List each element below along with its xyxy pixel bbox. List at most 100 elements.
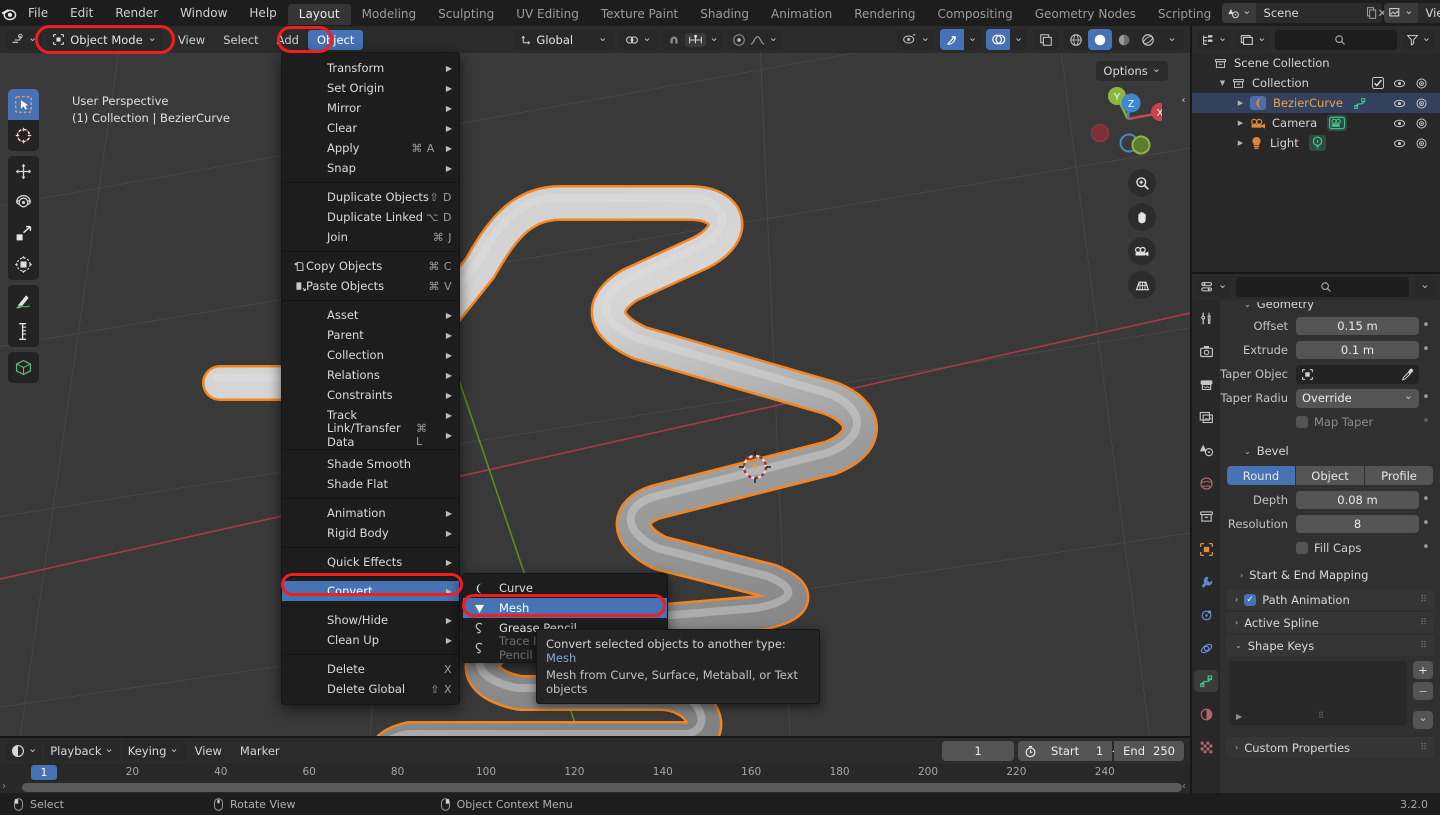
bevel-mode-profile[interactable]: Profile [1365, 466, 1433, 485]
depth-animate-dot[interactable]: • [1419, 493, 1433, 506]
falloff-curve-icon[interactable] [750, 34, 765, 46]
menu-help[interactable]: Help [238, 0, 287, 26]
shape-keys-list[interactable]: ▶ ⠿ [1229, 661, 1407, 725]
tool-annotate[interactable] [8, 285, 39, 316]
taper-object-field[interactable] [1296, 364, 1419, 384]
light-data-icon[interactable] [1308, 135, 1326, 151]
start-end-mapping-disclosure-icon[interactable]: › [1240, 571, 1243, 580]
shape-keys-disclosure-icon[interactable]: ⌄ [1235, 641, 1242, 650]
tab-modifier-icon[interactable] [1194, 571, 1218, 593]
shape-keys-buttons[interactable]: + − [1413, 661, 1433, 729]
viewport-menu-add[interactable]: Add [268, 30, 308, 50]
bevel-resolution-row[interactable]: Resolution 8 • [1220, 513, 1440, 535]
timeline-scrollbar[interactable] [22, 783, 1182, 792]
current-frame-field[interactable]: 1 [942, 741, 1015, 761]
start-frame-field[interactable]: Start 1 [1042, 741, 1113, 761]
tab-object-data-curve-icon[interactable] [1194, 670, 1218, 692]
viewport-toolbar[interactable] [8, 89, 39, 386]
shading-material-icon[interactable] [1112, 29, 1136, 50]
gizmo-chevron-icon[interactable] [964, 29, 981, 50]
shape-keys-resize-handle[interactable]: ⠿ [1318, 711, 1325, 720]
shading-mode-group[interactable] [1064, 29, 1184, 50]
map-taper-animate-dot[interactable]: • [1419, 415, 1433, 428]
outliner-display-mode-icon[interactable] [1236, 29, 1271, 50]
navigation-gizmo[interactable]: X Y Z [1088, 81, 1169, 155]
shading-solid-icon[interactable] [1088, 29, 1112, 50]
timeline-ruler[interactable]: 20 40 60 80 100 120 140 160 180 200 220 240 1 [0, 764, 1190, 782]
tab-scene-icon[interactable] [1194, 439, 1218, 461]
taper-radius-row[interactable]: Taper Radiu Override • [1220, 387, 1440, 409]
timeline-scroll-left-handle[interactable]: › [2, 781, 6, 792]
workspace-tab-modeling[interactable]: Modeling [351, 4, 428, 25]
fill-caps-row[interactable]: Fill Caps • [1220, 537, 1440, 559]
proportional-edit-group[interactable] [727, 29, 782, 50]
editor-type-selector[interactable] [6, 29, 43, 50]
object-menu-item-shade-smooth[interactable]: Shade Smooth [282, 454, 459, 474]
timeline-playhead[interactable]: 1 [31, 765, 57, 780]
object-menu-item-delete-global[interactable]: Delete Global ⇧ X [282, 679, 459, 699]
sidebar-toggle-icon[interactable]: ‹ [1177, 87, 1190, 113]
hide-in-viewport-icon[interactable] [1393, 97, 1406, 110]
object-menu-item-asset[interactable]: Asset ▶ [282, 305, 459, 325]
eyedropper-icon[interactable] [1401, 368, 1414, 381]
curve-data-icon[interactable] [1353, 97, 1367, 110]
object-menu-item-mirror[interactable]: Mirror ▶ [282, 98, 459, 118]
workspace-tab-compositing[interactable]: Compositing [926, 4, 1023, 25]
snap-increment-icon[interactable] [684, 32, 706, 47]
fill-caps-checkbox[interactable] [1296, 542, 1308, 554]
outliner-row-beziercurve[interactable]: ▶ BezierCurve [1192, 93, 1440, 113]
hide-in-viewport-icon[interactable] [1393, 137, 1406, 150]
timeline-keying-dropdown[interactable]: Keying [121, 741, 185, 761]
tool-add-cube[interactable] [8, 352, 39, 383]
tab-object-icon[interactable] [1194, 538, 1218, 560]
disclosure-triangle-icon[interactable]: ▶ [1236, 99, 1245, 107]
workspace-tab-scripting[interactable]: Scripting [1147, 4, 1222, 25]
shading-wireframe-icon[interactable] [1064, 29, 1088, 50]
tab-tool-icon[interactable] [1194, 307, 1218, 329]
viewport-nav-buttons[interactable] [1128, 169, 1156, 299]
panel-custom-properties[interactable]: › Custom Properties ⠿ [1226, 737, 1434, 758]
interaction-mode-dropdown[interactable]: Object Mode [47, 29, 163, 50]
resolution-animate-dot[interactable]: • [1419, 517, 1433, 530]
object-menu-item-paste-objects[interactable]: Paste Objects ⌘ V [282, 276, 459, 296]
menu-render[interactable]: Render [104, 0, 169, 26]
active-spline-drag-handle[interactable]: ⠿ [1420, 618, 1434, 628]
shape-keys-body[interactable]: ▶ ⠿ + − [1229, 661, 1433, 729]
menu-edit[interactable]: Edit [59, 0, 104, 26]
visibility-dropdown[interactable] [896, 29, 935, 50]
disable-in-renders-icon[interactable] [1415, 77, 1428, 90]
hide-in-viewport-icon[interactable] [1393, 117, 1406, 130]
disclosure-triangle-icon[interactable]: ▶ [1236, 139, 1245, 147]
object-menu-item-constraints[interactable]: Constraints ▶ [282, 385, 459, 405]
timeline-menu-marker[interactable]: Marker [232, 741, 288, 761]
collection-enable-checkbox[interactable] [1372, 77, 1384, 89]
gizmo-group[interactable] [940, 29, 981, 50]
tool-move[interactable] [8, 156, 39, 187]
properties-content[interactable]: ⌄ Geometry Offset 0.15 m • Extrude 0.1 m… [1220, 300, 1440, 793]
tool-measure[interactable] [8, 316, 39, 347]
shape-keys-drag-handle[interactable]: ⠿ [1420, 641, 1434, 651]
outliner-row-collection[interactable]: ▼ Collection [1192, 73, 1440, 93]
viewlayer-selector[interactable]: ViewLayer ✕ [1384, 3, 1440, 23]
viewport-options-dropdown[interactable]: Options [1096, 61, 1168, 81]
camera-data-icon[interactable] [1327, 115, 1348, 131]
outliner-tree[interactable]: Scene Collection ▼ Collection ▶ BezierCurve ▶… [1192, 53, 1440, 153]
object-menu-item-duplicate-objects[interactable]: Duplicate Objects ⇧ D [282, 187, 459, 207]
zoom-icon[interactable] [1128, 169, 1156, 197]
object-menu-item-transform[interactable]: Transform ▶ [282, 58, 459, 78]
tool-transform[interactable] [8, 249, 39, 280]
new-scene-icon[interactable] [1366, 3, 1378, 23]
extrude-value[interactable]: 0.1 m [1296, 341, 1419, 359]
geometry-disclosure-icon[interactable]: ⌄ [1244, 302, 1251, 309]
tool-cursor[interactable] [8, 120, 39, 151]
tab-output-icon[interactable] [1194, 373, 1218, 395]
tool-rotate[interactable] [8, 187, 39, 218]
map-taper-row[interactable]: Map Taper • [1220, 411, 1440, 433]
disclosure-triangle-icon[interactable]: ▼ [1218, 79, 1227, 87]
viewport-menu-select[interactable]: Select [214, 30, 267, 50]
pan-hand-icon[interactable] [1128, 203, 1156, 231]
properties-editor-type-icon[interactable] [1196, 277, 1232, 297]
timeline-panel[interactable]: Playback Keying View Marker ⏮ ◀◀ ◀ ▶ ▶▶ … [0, 738, 1190, 793]
object-menu-item-quick-effects[interactable]: Quick Effects ▶ [282, 552, 459, 572]
path-animation-checkbox[interactable]: ✓ [1244, 593, 1257, 606]
